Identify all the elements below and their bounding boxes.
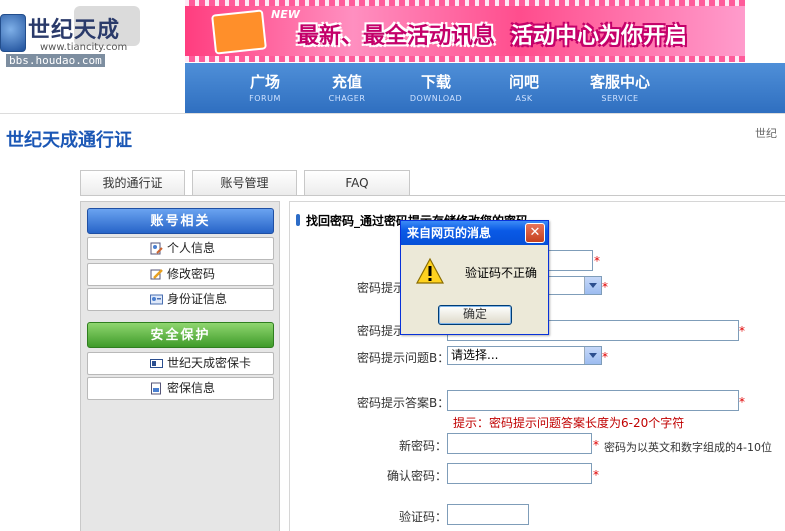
tab-my-pass[interactable]: 我的通行证 xyxy=(80,170,185,195)
captcha-input[interactable] xyxy=(447,504,529,525)
sidebar-section-account[interactable]: 账号相关 xyxy=(87,208,274,234)
required-mark: * xyxy=(593,468,599,482)
nav-item-label: 下载 xyxy=(420,73,451,91)
required-mark: * xyxy=(602,350,608,364)
new-password-input[interactable] xyxy=(447,433,592,454)
banner-border-bottom xyxy=(185,56,745,62)
logo-emblem-icon xyxy=(0,14,26,52)
dialog-message: 验证码不正确 xyxy=(465,266,538,280)
answer-a-label: 密码提示 xyxy=(357,324,406,338)
promo-banner[interactable]: NEW 最新、最全活动讯息 活动中心为你开启 xyxy=(185,0,745,62)
nav-item-label: 充值 xyxy=(331,73,362,91)
answer-b-input[interactable] xyxy=(447,390,739,411)
question-a-input[interactable] xyxy=(543,250,593,271)
banner-tagline: 活动中心为你开启 xyxy=(511,24,688,49)
nav-item-label: 问吧 xyxy=(508,73,539,91)
sidebar-item-change-password[interactable]: 修改密码 xyxy=(87,263,274,286)
sidebar-item-label: 个人信息 xyxy=(167,241,216,255)
id-card-icon xyxy=(150,294,163,305)
card-icon xyxy=(150,359,163,368)
sidebar-item-label: 身份证信息 xyxy=(167,292,228,306)
pencil-edit-icon xyxy=(150,269,163,280)
heading-marker xyxy=(296,214,300,226)
sidebar: 账号相关 个人信息 修改密码 身份证信息 安全保护 世纪天成密保卡 密保信息 xyxy=(80,201,280,531)
required-mark: * xyxy=(602,280,608,294)
chevron-down-icon xyxy=(584,347,601,364)
nav-item-sublabel: ASK xyxy=(515,94,533,103)
sidebar-item-personal-info[interactable]: 个人信息 xyxy=(87,237,274,260)
nav-item-forum[interactable]: 广场 FORUM xyxy=(230,71,300,103)
nav-item-service[interactable]: 客服中心 SERVICE xyxy=(580,71,660,103)
page-title: 世纪天成通行证 xyxy=(6,130,132,151)
new-password-label: 新密码： xyxy=(399,439,448,453)
sidebar-item-id-info[interactable]: 身份证信息 xyxy=(87,288,274,311)
nav-item-download[interactable]: 下载 DOWNLOAD xyxy=(401,71,471,103)
question-b-select[interactable]: 请选择... xyxy=(447,346,602,365)
sidebar-item-label: 世纪天成密保卡 xyxy=(167,356,252,370)
required-mark: * xyxy=(593,438,599,452)
main-nav: 广场 FORUM 充值 CHAGER 下载 DOWNLOAD 问吧 ASK 客服… xyxy=(185,63,785,113)
answer-length-hint: 提示：密码提示问题答案长度为6-20个字符 xyxy=(453,416,685,430)
question-a-label: 密码提示 xyxy=(357,281,406,295)
required-mark: * xyxy=(739,395,745,409)
logo-url: www.tiancity.com xyxy=(40,42,128,53)
ok-button[interactable]: 确定 xyxy=(438,305,512,325)
banner-border-top xyxy=(185,0,745,6)
answer-b-label: 密码提示答案B： xyxy=(357,396,450,410)
document-lock-icon xyxy=(151,382,161,395)
captcha-label: 验证码： xyxy=(399,510,448,524)
nav-item-label: 广场 xyxy=(249,73,280,91)
site-logo[interactable]: 世纪天成 www.tiancity.com bbs.houdao.com xyxy=(0,0,158,70)
sidebar-item-label: 密保信息 xyxy=(167,381,216,395)
confirm-password-input[interactable] xyxy=(447,463,592,484)
required-mark: * xyxy=(594,254,600,268)
gift-box-icon xyxy=(211,9,267,55)
nav-item-ask[interactable]: 问吧 ASK xyxy=(489,71,559,103)
alert-dialog: 来自网页的消息 ✕ 验证码不正确 确定 xyxy=(400,220,549,335)
close-button[interactable]: ✕ xyxy=(525,223,545,243)
required-mark: * xyxy=(739,324,745,338)
tab-faq[interactable]: FAQ xyxy=(304,170,410,195)
page: 世纪天成 www.tiancity.com bbs.houdao.com NEW… xyxy=(0,0,785,531)
confirm-password-label: 确认密码： xyxy=(387,469,448,483)
nav-item-sublabel: FORUM xyxy=(249,94,281,103)
tab-divider xyxy=(80,195,785,196)
banner-headline: 最新、最全活动讯息 xyxy=(297,24,496,49)
sidebar-item-security-card[interactable]: 世纪天成密保卡 xyxy=(87,352,274,375)
chevron-down-icon xyxy=(584,277,601,294)
person-edit-icon xyxy=(150,242,163,255)
tab-account-manage[interactable]: 账号管理 xyxy=(192,170,297,195)
nav-item-sublabel: SERVICE xyxy=(601,94,639,103)
warning-icon xyxy=(415,257,445,284)
title-bar: 世纪天成通行证 世纪 xyxy=(0,113,785,159)
nav-item-sublabel: DOWNLOAD xyxy=(409,94,463,103)
logo-forum-url: bbs.houdao.com xyxy=(6,54,105,67)
question-b-label: 密码提示问题B： xyxy=(357,351,450,365)
sidebar-section-security[interactable]: 安全保护 xyxy=(87,322,274,348)
logo-title: 世纪天成 xyxy=(28,17,121,43)
banner-new-badge: NEW xyxy=(271,8,300,21)
nav-item-charge[interactable]: 充值 CHAGER xyxy=(312,71,382,103)
sidebar-item-security-info[interactable]: 密保信息 xyxy=(87,377,274,400)
password-rule-hint: 密码为以英文和数字组成的4-10位 xyxy=(604,441,772,454)
nav-item-sublabel: CHAGER xyxy=(328,94,366,103)
sidebar-item-label: 修改密码 xyxy=(167,267,216,281)
select-value: 请选择... xyxy=(451,348,499,362)
breadcrumb[interactable]: 世纪 xyxy=(755,125,777,141)
nav-item-label: 客服中心 xyxy=(589,73,650,91)
